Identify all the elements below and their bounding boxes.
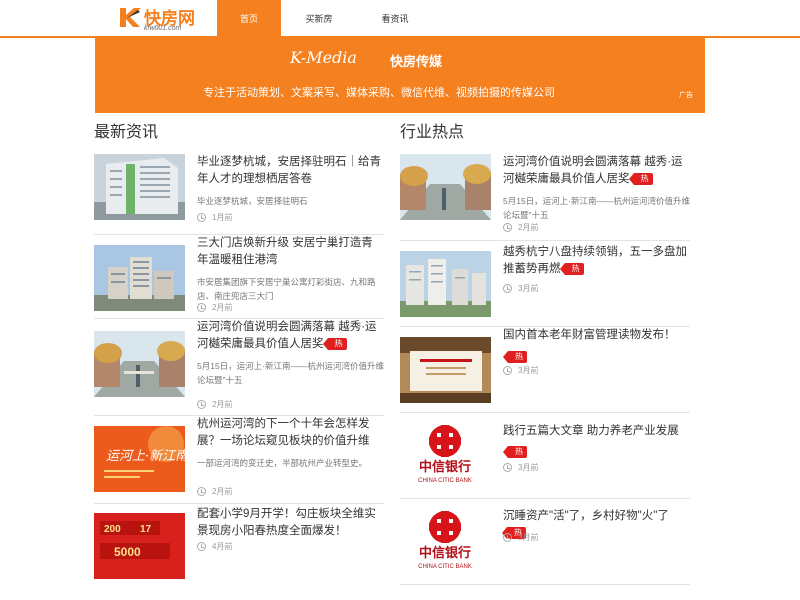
news-time: 4月前 — [197, 541, 232, 552]
news-title[interactable]: 践行五篇大文章 助力养老产业发展 — [503, 423, 690, 440]
news-thumbnail[interactable] — [94, 154, 185, 220]
news-thumbnail[interactable] — [94, 245, 185, 311]
news-title[interactable]: 杭州运河湾的下一个十年会怎样发展？一场论坛窥见板块的价值升维 — [197, 416, 384, 450]
main-nav: 首页 买新房 看资讯 — [217, 0, 433, 38]
news-summary: 市安居集团旗下安居宁巢公寓灯彩街店、九和路店、南庄兜店三大门 — [197, 277, 376, 301]
ad-banner[interactable]: K-Media 快房传媒 专注于活动策划、文案采写、媒体采购、微信代维、视频拍摄… — [95, 38, 705, 113]
banner-slogan: 专注于活动策划、文案采写、媒体采购、微信代维、视频拍摄的传媒公司 — [203, 87, 555, 99]
list-item[interactable]: 运河湾价值说明会圆满落幕 越秀·运河樾荣庸最具价值人居奖热 5月15日，运河上·… — [400, 148, 690, 241]
news-time: 2月前 — [197, 486, 232, 497]
news-title[interactable]: 三大门店焕新升级 安居宁巢打造青年温暖租住港湾 — [197, 235, 384, 269]
banner-kmedia-logo: K-Media — [290, 48, 357, 67]
news-title[interactable]: 越秀杭宁八盘持续领销，五一多盘加推蓄势再燃热 — [503, 244, 690, 278]
hot-badge: 热 — [503, 351, 527, 363]
list-item[interactable]: 中信银行 CHINA CITIC BANK 沉睡资产"活"了，乡村好物"火"了热… — [400, 499, 690, 585]
news-thumbnail[interactable]: 运河上·新江南 — [94, 426, 185, 492]
list-item[interactable]: 国内首本老年财富管理读物发布！ 热 3月前 — [400, 327, 690, 413]
svg-text:CHINA CITIC BANK: CHINA CITIC BANK — [418, 564, 472, 570]
site-logo[interactable]: 快房网 kfw001.com — [118, 4, 198, 34]
clock-icon — [503, 284, 512, 293]
hot-badge: 热 — [322, 338, 347, 350]
hot-badge: 热 — [628, 173, 653, 185]
news-thumbnail[interactable]: 200 17 5000 — [94, 513, 185, 579]
svg-text:CHINA CITIC BANK: CHINA CITIC BANK — [418, 478, 472, 484]
news-summary: 一部运河湾的变迁史，半部杭州产业转型史。 — [197, 458, 368, 468]
news-thumbnail[interactable] — [400, 251, 491, 317]
news-title[interactable]: 国内首本老年财富管理读物发布！ — [503, 327, 690, 344]
nav-home[interactable]: 首页 — [217, 0, 281, 38]
news-time: 1月前 — [197, 212, 232, 223]
news-thumbnail[interactable]: 中信银行 CHINA CITIC BANK — [400, 507, 491, 573]
news-time: 3月前 — [503, 365, 538, 376]
industry-hot-list: 运河湾价值说明会圆满落幕 越秀·运河樾荣庸最具价值人居奖热 5月15日，运河上·… — [400, 148, 690, 585]
clock-icon — [197, 303, 206, 312]
news-summary: 5月15日，运河上·新江南——杭州运河湾价值升维论坛暨"十五 — [503, 196, 691, 220]
nav-news[interactable]: 看资讯 — [357, 0, 433, 38]
svg-text:中信银行: 中信银行 — [419, 459, 471, 475]
latest-news-list: 毕业逐梦杭城，安居择驻明石｜给青年人才的理想栖居答卷 毕业逐梦杭城，安居择驻明石… — [94, 148, 384, 584]
news-thumbnail[interactable] — [400, 154, 491, 220]
news-thumbnail[interactable] — [94, 331, 185, 397]
clock-icon — [197, 542, 206, 551]
news-summary: 5月15日，运河上·新江南——杭州运河湾价值升维论坛暨"十五 — [197, 361, 385, 385]
list-item[interactable]: 200 17 5000 配套小学9月开学！勾庄板块全维实景现房小阳春热度全面爆发… — [94, 504, 384, 584]
clock-icon — [197, 213, 206, 222]
news-title[interactable]: 运河湾价值说明会圆满落幕 越秀·运河樾荣庸最具价值人居奖热 — [503, 154, 690, 188]
clock-icon — [197, 487, 206, 496]
list-item[interactable]: 运河上·新江南 杭州运河湾的下一个十年会怎样发展？一场论坛窥见板块的价值升维 一… — [94, 416, 384, 504]
svg-text:运河上·新江南: 运河上·新江南 — [106, 449, 185, 464]
hot-badge: 热 — [559, 263, 584, 275]
news-time: 3月前 — [503, 532, 538, 543]
news-time: 2月前 — [197, 302, 232, 313]
news-title[interactable]: 配套小学9月开学！勾庄板块全维实景现房小阳春热度全面爆发！ — [197, 506, 384, 540]
ad-tag: 广告 — [679, 92, 693, 99]
top-header: 快房网 kfw001.com 首页 买新房 看资讯 — [0, 0, 800, 38]
latest-news-heading: 最新资讯 — [94, 124, 159, 141]
industry-hot-heading: 行业热点 — [400, 124, 465, 141]
logo-url: kfw001.com — [144, 25, 182, 32]
list-item[interactable]: 三大门店焕新升级 安居宁巢打造青年温暖租住港湾 市安居集团旗下安居宁巢公寓灯彩街… — [94, 235, 384, 319]
list-item[interactable]: 运河湾价值说明会圆满落幕 越秀·运河樾荣庸最具价值人居奖热 5月15日，运河上·… — [94, 319, 384, 416]
clock-icon — [503, 463, 512, 472]
list-item[interactable]: 越秀杭宁八盘持续领销，五一多盘加推蓄势再燃热 3月前 — [400, 241, 690, 327]
news-title[interactable]: 运河湾价值说明会圆满落幕 越秀·运河樾荣庸最具价值人居奖热 — [197, 319, 384, 353]
clock-icon — [503, 533, 512, 542]
news-thumbnail[interactable]: 中信银行 CHINA CITIC BANK — [400, 421, 491, 487]
list-item[interactable]: 中信银行 CHINA CITIC BANK 践行五篇大文章 助力养老产业发展 热… — [400, 413, 690, 499]
hot-badge: 热 — [503, 446, 527, 458]
svg-text:5000: 5000 — [114, 545, 141, 559]
clock-icon — [503, 366, 512, 375]
list-item[interactable]: 毕业逐梦杭城，安居择驻明石｜给青年人才的理想栖居答卷 毕业逐梦杭城，安居择驻明石… — [94, 148, 384, 235]
logo-k-icon — [120, 8, 141, 27]
news-time: 3月前 — [503, 283, 538, 294]
svg-text:17: 17 — [140, 524, 152, 535]
news-time: 3月前 — [503, 462, 538, 473]
industry-hot-column: 行业热点 运河湾价值说明会圆满落幕 越秀·运河樾荣庸最具价值人居奖热 5月15日… — [400, 120, 690, 585]
clock-icon — [197, 400, 206, 409]
news-time: 2月前 — [197, 399, 232, 410]
news-title[interactable]: 毕业逐梦杭城，安居择驻明石｜给青年人才的理想栖居答卷 — [197, 154, 384, 188]
latest-news-column: 最新资讯 毕业逐梦杭城，安居择驻明石｜给青年人才的理想栖居答卷 毕业逐梦杭城，安… — [94, 120, 384, 584]
nav-new-homes[interactable]: 买新房 — [281, 0, 357, 38]
svg-text:200: 200 — [104, 524, 121, 535]
news-thumbnail[interactable] — [400, 337, 491, 403]
banner-brand: 快房传媒 — [390, 54, 443, 69]
svg-text:中信银行: 中信银行 — [419, 545, 471, 561]
news-summary: 毕业逐梦杭城，安居择驻明石 — [197, 196, 308, 206]
news-time: 2月前 — [503, 222, 538, 233]
clock-icon — [503, 223, 512, 232]
